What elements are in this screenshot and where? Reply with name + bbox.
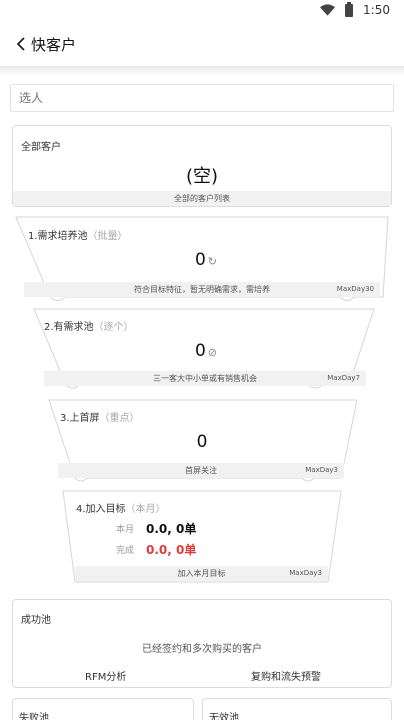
success-pool-title: 成功池 <box>21 615 51 626</box>
success-pool-card[interactable]: 成功池 已经签约和多次购买的客户 RFM分析 复购和流失预警 <box>12 599 392 688</box>
all-customers-card[interactable]: 全部客户 (空) 全部的客户列表 <box>12 125 392 207</box>
stage-1-footer: 符合目标特征，暂无明确需求，需培养 <box>134 285 270 294</box>
stage-3-sub: （重点） <box>99 413 140 424</box>
invalid-pool-title: 无效池 <box>209 713 239 720</box>
stage-2-footer: 三一客大中小单或有销售机会 <box>153 374 257 383</box>
leaf-icon[interactable]: ⊘ <box>208 346 217 359</box>
fail-pool-title: 失败池 <box>19 713 49 720</box>
stage-1-maxday: MaxDay30 <box>336 285 374 293</box>
battery-icon <box>345 1 354 17</box>
wifi-icon <box>320 4 336 16</box>
stage-4-sub: （本月） <box>125 504 166 515</box>
stage-3-title: 3.上首屏 <box>60 413 100 424</box>
stage-1-sub: （批量） <box>87 231 128 242</box>
target-row-month: 本月 0.0, 0单 <box>116 520 196 537</box>
target-done-label: 完成 <box>116 546 135 556</box>
refresh-icon[interactable]: ↻ <box>208 255 217 268</box>
back-icon[interactable] <box>13 36 29 52</box>
stage-3-maxday: MaxDay3 <box>305 466 338 474</box>
stage-2-value: 0 <box>194 341 206 361</box>
target-month-value: 0.0, 0单 <box>146 522 197 536</box>
status-time: 1:50 <box>363 3 390 17</box>
stage-3-footer: 首屏关注 <box>185 466 217 475</box>
target-done-value: 0.0, 0单 <box>146 543 197 557</box>
stage-2-sub: （逐个） <box>93 322 134 333</box>
target-month-label: 本月 <box>116 525 135 535</box>
success-pool-desc: 已经签约和多次购买的客户 <box>142 644 262 655</box>
stage-3-value: 0 <box>196 432 208 452</box>
stage-2-maxday: MaxDay7 <box>327 374 360 382</box>
all-customers-footer: 全部的客户列表 <box>13 191 391 206</box>
stage-4-footer: 加入本月目标 <box>177 569 226 578</box>
search-input[interactable] <box>10 84 394 112</box>
all-customers-title: 全部客户 <box>21 142 61 153</box>
invalid-pool-card[interactable]: 无效池 <box>202 698 392 720</box>
header-divider <box>0 66 404 76</box>
target-row-done: 完成 0.0, 0单 <box>116 541 196 558</box>
page-title: 快客户 <box>31 35 77 54</box>
all-customers-value: (空) <box>185 166 219 187</box>
status-bar: 1:50 <box>0 0 404 22</box>
fail-pool-card[interactable]: 失败池 <box>12 698 194 720</box>
repurchase-warning-link[interactable]: 复购和流失预警 <box>251 668 321 683</box>
header: 快客户 <box>0 22 404 66</box>
stage-1-title: 1.需求培养池 <box>28 231 88 242</box>
stage-1-value: 0 <box>194 250 206 270</box>
stage-4-maxday: MaxDay3 <box>289 569 322 577</box>
rfm-analysis-link[interactable]: RFM分析 <box>85 668 126 683</box>
stage-4-title: 4.加入目标 <box>76 504 126 515</box>
stage-2-title: 2.有需求池 <box>44 322 94 333</box>
